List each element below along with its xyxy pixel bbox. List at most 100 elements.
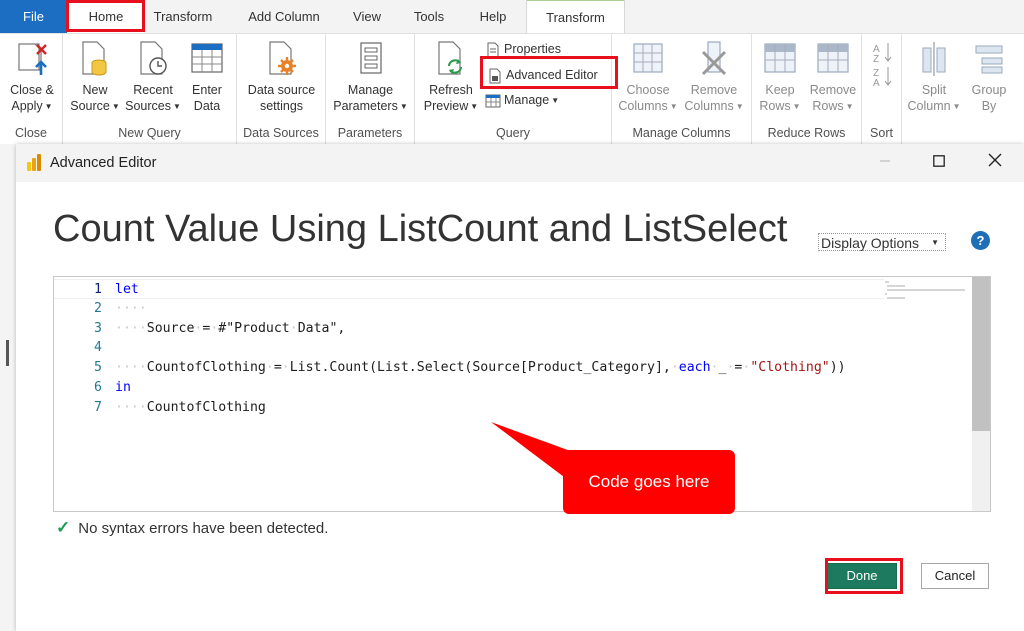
choose-columns-label-2: Columns [618,99,668,113]
reduce-rows-group-label: Reduce Rows [767,126,846,140]
ribbon: Close & Apply ▼ Close New Source ▼ Recent … [0,33,1024,145]
editor-vertical-scrollbar[interactable] [972,277,990,511]
tab-help[interactable]: Help [464,0,522,33]
code-line[interactable]: 5 ····CountofClothing·=·List.Count(List.S… [54,358,884,378]
new-source-icon [82,41,107,76]
line-number: 4 [94,340,102,356]
properties-button[interactable]: Properties [485,39,561,59]
tab-home[interactable]: Home [68,0,144,33]
syntax-status-text: No syntax errors have been detected. [78,520,329,537]
chevron-down-icon: ▼ [399,102,408,111]
parameters-group: Manage Parameters ▼ Parameters [326,34,415,144]
code-line[interactable]: 7 ····CountofClothing [54,398,884,418]
enter-data-label-2: Data [193,99,221,113]
display-options-dropdown[interactable]: Display Options ▼ [818,233,946,251]
recent-sources-label-1: Recent [133,83,173,97]
new-source-label-2: Source [70,99,110,113]
code-line[interactable]: 3 ····Source·=·#"Product·Data", [54,319,884,339]
code-text: ····CountofClothing [115,398,266,418]
recent-sources-button[interactable]: Recent Sources ▼ [123,40,183,115]
display-options-label: Display Options [821,235,920,251]
line-number: 1 [94,282,102,297]
split-column-button[interactable]: Split Column ▼ [902,40,966,115]
chevron-down-icon: ▼ [792,102,801,111]
data-source-settings-label-1: Data source [247,83,316,97]
line-number: 3 [94,320,102,336]
data-source-settings-button[interactable]: Data source settings [241,40,322,114]
query-title: Count Value Using ListCount and ListSele… [53,208,788,250]
maximize-icon[interactable] [926,150,952,176]
refresh-icon [438,41,463,75]
remove-columns-button[interactable]: Remove Columns ▼ [682,40,746,115]
chevron-down-icon: ▼ [470,102,479,111]
code-line[interactable]: 2 ···· [54,299,884,319]
tab-add-column[interactable]: Add Column [232,0,336,33]
refresh-preview-label-2: Preview [423,99,469,113]
query-group-label: Query [495,126,531,140]
code-whitespace: · [710,360,719,376]
help-icon[interactable]: ? [971,231,990,250]
recent-sources-icon [140,41,167,75]
tab-file[interactable]: File [0,0,67,33]
code-line[interactable]: 4 [54,338,884,358]
refresh-preview-button[interactable]: Refresh Preview ▼ [421,40,481,115]
manage-parameters-button[interactable]: Manage Parameters ▼ [330,40,411,115]
close-apply-button[interactable]: Close & Apply ▼ [4,42,60,115]
editor-minimap[interactable] [883,279,971,303]
remove-rows-label-1: Remove [809,83,857,97]
chevron-down-icon: ▼ [669,102,678,111]
keep-rows-label-2: Rows [759,99,791,113]
code-line[interactable]: 1 let [54,279,884,299]
choose-columns-button[interactable]: Choose Columns ▼ [616,40,680,115]
manage-columns-group: Choose Columns ▼ Remove Columns ▼ Manage C… [612,34,752,144]
code-whitespace: · [281,360,290,376]
minimize-icon[interactable] [872,150,898,176]
close-icon[interactable] [982,150,1008,176]
dialog-titlebar: Advanced Editor [16,144,1024,182]
remove-rows-icon [817,43,849,73]
group-by-button[interactable]: Group By [964,40,1014,114]
advanced-editor-icon [489,68,501,84]
code-token: = [273,360,282,376]
indent-whitespace: ···· [115,399,147,415]
power-bi-logo-icon [27,154,41,171]
manage-icon [485,94,501,108]
chevron-down-icon: ▼ [172,102,181,111]
new-query-group: New Source ▼ Recent Sources ▼ Enter Data N… [63,34,237,144]
dialog-title: Advanced Editor [50,155,157,171]
data-sources-group: Data source settings Data Sources [237,34,326,144]
group-by-label-2: By [981,99,997,113]
code-whitespace: · [670,360,679,376]
enter-data-button[interactable]: Enter Data [184,40,230,114]
scrollbar-thumb[interactable] [972,277,990,431]
cancel-button[interactable]: Cancel [921,563,989,589]
code-goes-here-callout: Code goes here [563,450,735,514]
done-button[interactable]: Done [827,563,897,589]
syntax-status: ✓ No syntax errors have been detected. [56,518,328,538]
checkmark-icon: ✓ [56,518,71,537]
advanced-editor-button[interactable]: Advanced Editor [487,65,598,85]
code-token: CountofClothing [146,360,266,376]
new-source-label-1: New [82,83,108,97]
code-whitespace: · [289,320,298,336]
manage-parameters-label-1: Manage [347,83,394,97]
keep-rows-icon [764,43,796,73]
group-by-icon [975,45,1003,74]
code-editor[interactable]: 1 let 2 ···· 3 ····Source·=·#"Product·Data", 4… [53,276,991,512]
tab-transform[interactable]: Transform [144,0,222,33]
keep-rows-button[interactable]: Keep Rows ▼ [754,40,806,115]
chevron-down-icon: ▼ [952,102,961,111]
parameters-icon [359,42,382,74]
code-token: Source [146,320,195,336]
new-source-button[interactable]: New Source ▼ [67,40,123,115]
tab-context-transform[interactable]: Transform [526,0,625,35]
code-keyword: let [115,282,139,297]
code-line[interactable]: 6 in [54,378,884,398]
manage-parameters-label-2: Parameters [333,99,398,113]
recent-sources-label-2: Sources [125,99,171,113]
tab-tools[interactable]: Tools [400,0,458,33]
manage-button[interactable]: Manage ▼ [485,90,559,110]
tab-view[interactable]: View [340,0,394,33]
code-keyword: in [115,380,131,395]
remove-rows-button[interactable]: Remove Rows ▼ [806,40,860,115]
